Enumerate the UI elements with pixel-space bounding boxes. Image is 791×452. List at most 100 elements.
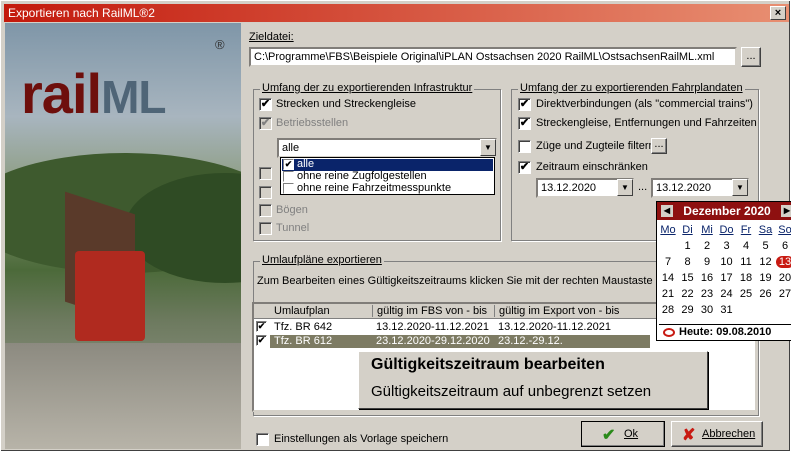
calendar-weekday: Sa xyxy=(758,224,773,236)
calendar-day[interactable]: 11 xyxy=(737,256,755,268)
dropdown-item-fahrzeit[interactable]: ohne reine Fahrzeitmesspunkte xyxy=(297,182,451,194)
calendar-day[interactable]: 14 xyxy=(659,272,677,284)
zeitraum-checkbox[interactable]: ✔ xyxy=(518,161,531,174)
calendar-day[interactable]: 26 xyxy=(757,288,775,300)
calendar-month: Dezember 2020 xyxy=(683,204,771,218)
calendar-divider xyxy=(659,324,791,325)
calendar-day[interactable]: 24 xyxy=(718,288,736,300)
calendar-day[interactable]: 31 xyxy=(718,304,736,316)
zuege-filter-checkbox[interactable] xyxy=(518,140,531,153)
boegen-label: Bögen xyxy=(276,204,308,216)
zieldatei-label: Zieldatei: xyxy=(249,31,294,43)
ok-label: Ok xyxy=(624,428,639,440)
calendar-day[interactable]: 23 xyxy=(698,288,716,300)
calendar-day[interactable]: 17 xyxy=(718,272,736,284)
ok-button[interactable]: ✔ Ok xyxy=(581,421,665,447)
vorlage-checkbox[interactable] xyxy=(256,433,269,446)
betriebsstellen-label: Betriebsstellen xyxy=(276,117,349,129)
calendar-day[interactable]: 3 xyxy=(718,240,736,252)
calendar-header: ◀ Dezember 2020 ▶ xyxy=(657,202,791,220)
von-dropdown-arrow-icon[interactable]: ▼ xyxy=(617,179,633,196)
dropdown-item-zugfolge[interactable]: ohne reine Zugfolgestellen xyxy=(297,170,427,182)
row-checkbox[interactable]: ✔ xyxy=(256,321,267,332)
calendar-day[interactable]: 12 xyxy=(757,256,775,268)
abbrechen-label: Abbrechen xyxy=(702,428,756,440)
calendar-weekday: Mi xyxy=(701,224,713,236)
strecken-label: Strecken und Streckengleise xyxy=(276,98,417,110)
browse-button[interactable]: ... xyxy=(741,47,761,67)
row-checkbox[interactable]: ✔ xyxy=(256,335,267,346)
calendar-day[interactable]: 16 xyxy=(698,272,716,284)
calendar-weekday: Mo xyxy=(660,224,676,236)
direkt-checkbox[interactable]: ✔ xyxy=(518,98,531,111)
calendar-day[interactable]: 25 xyxy=(737,288,755,300)
hidden-checkbox-1[interactable] xyxy=(259,167,272,180)
streckengleise-checkbox[interactable]: ✔ xyxy=(518,117,531,130)
row-name: Tfz. BR 612 xyxy=(274,335,333,347)
next-month-icon[interactable]: ▶ xyxy=(781,205,791,217)
calendar-day[interactable]: 19 xyxy=(757,272,775,284)
boegen-checkbox[interactable] xyxy=(259,204,272,217)
abbrechen-button[interactable]: ✘ Abbrechen xyxy=(671,421,763,447)
export-dialog: Exportieren nach RailML®2 × railML ® Zie… xyxy=(0,0,791,452)
bis-dropdown-arrow-icon[interactable]: ▼ xyxy=(732,179,748,196)
col-gueltig-export[interactable]: gültig im Export von - bis xyxy=(494,305,619,317)
calendar-day[interactable]: 20 xyxy=(776,272,791,284)
calendar-day[interactable]: 5 xyxy=(757,240,775,252)
calendar-day[interactable]: 10 xyxy=(718,256,736,268)
table-row[interactable]: ✔ Tfz. BR 612 23.12.2020-29.12.2020 23.1… xyxy=(254,335,654,348)
calendar-day[interactable]: 8 xyxy=(679,256,697,268)
calendar-day[interactable]: 28 xyxy=(659,304,677,316)
col-gueltig-fbs[interactable]: gültig im FBS von - bis xyxy=(372,305,487,317)
betriebsstellen-filter-select[interactable]: alle xyxy=(277,138,497,158)
window-title: Exportieren nach RailML®2 xyxy=(8,6,155,20)
calendar-day[interactable]: 6 xyxy=(776,240,791,252)
tunnel-label: Tunnel xyxy=(276,222,310,234)
dropdown-item-alle[interactable]: alle xyxy=(297,158,314,170)
filter-dropdown-arrow-icon[interactable]: ▼ xyxy=(480,139,496,156)
zuege-filter-button[interactable]: ... xyxy=(651,138,667,154)
calendar-day[interactable]: 15 xyxy=(679,272,697,284)
menu-item-edit-validity[interactable]: Gültigkeitszeitraum bearbeiten xyxy=(371,356,605,374)
track-bed xyxy=(5,343,241,449)
calendar-today[interactable]: Heute: 09.08.2010 xyxy=(679,326,771,338)
calendar-day[interactable]: 2 xyxy=(698,240,716,252)
close-button[interactable]: × xyxy=(770,6,786,20)
calendar-day[interactable]: 9 xyxy=(698,256,716,268)
hidden-checkbox-2[interactable] xyxy=(259,186,272,199)
calendar-day[interactable]: 1 xyxy=(679,240,697,252)
calendar-popup: ◀ Dezember 2020 ▶ Mo Di Mi Do Fr Sa So 1 2 3 4 5 6 7 8… xyxy=(656,201,791,341)
calendar-day[interactable]: 30 xyxy=(698,304,716,316)
calendar-day[interactable]: 29 xyxy=(679,304,697,316)
col-umlaufplan[interactable]: Umlaufplan xyxy=(274,305,330,317)
registered-mark: ® xyxy=(215,37,225,52)
calendar-day[interactable]: 21 xyxy=(659,288,677,300)
zeitraum-label: Zeitraum einschränken xyxy=(536,161,648,173)
strecken-checkbox[interactable]: ✔ xyxy=(259,98,272,111)
calendar-day[interactable]: 27 xyxy=(776,288,791,300)
today-circle-icon[interactable] xyxy=(663,328,675,337)
calendar-weekday: Do xyxy=(719,224,734,236)
title-bar: Exportieren nach RailML®2 × xyxy=(4,4,789,22)
calendar-day[interactable]: 4 xyxy=(737,240,755,252)
zuege-filter-label: Züge und Zugteile filtern xyxy=(536,140,655,152)
dropdown-fahrzeit-checkbox[interactable] xyxy=(283,183,294,194)
zieldatei-path-field[interactable]: C:\Programme\FBS\Beispiele Original\iPLA… xyxy=(249,47,737,67)
calendar-day[interactable]: 18 xyxy=(737,272,755,284)
dropdown-alle-checkbox[interactable]: ✔ xyxy=(283,159,294,170)
infra-group-title: Umfang der zu exportierenden Infrastrukt… xyxy=(260,82,475,94)
calendar-weekday: Di xyxy=(682,224,693,236)
calendar-day[interactable]: 22 xyxy=(679,288,697,300)
dropdown-zugfolge-checkbox[interactable] xyxy=(283,171,294,182)
calendar-day[interactable]: 13 xyxy=(776,256,791,268)
betriebsstellen-checkbox[interactable]: ✔ xyxy=(259,117,272,130)
menu-item-unlimited-validity[interactable]: Gültigkeitszeitraum auf unbegrenzt setze… xyxy=(371,383,651,400)
streckengleise-label: Streckengleise, Entfernungen und Fahrzei… xyxy=(536,117,757,129)
row-export: 23.12.-29.12. xyxy=(498,335,563,347)
prev-month-icon[interactable]: ◀ xyxy=(661,205,673,217)
cross-icon: ✘ xyxy=(682,427,696,444)
railml-logo: railML xyxy=(21,62,166,125)
calendar-day[interactable]: 7 xyxy=(659,256,677,268)
tunnel-checkbox[interactable] xyxy=(259,222,272,235)
checkmark-icon: ✔ xyxy=(602,427,616,444)
